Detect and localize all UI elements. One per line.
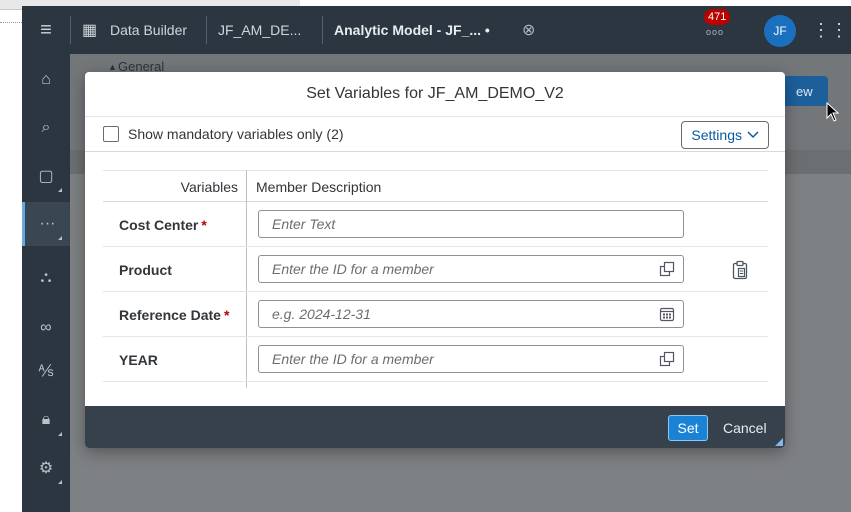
show-mandatory-checkbox[interactable] <box>103 126 119 142</box>
settings-button[interactable]: Settings <box>681 121 769 149</box>
translation-icon[interactable]: ⅍ <box>22 350 70 394</box>
product-switch-icon[interactable]: ⋮⋮⋮ <box>812 6 851 54</box>
variable-label: YEAR <box>119 337 161 382</box>
model-tab-title[interactable]: Analytic Model - JF_... • <box>334 6 490 54</box>
data-builder-icon: ▦ <box>82 22 98 39</box>
close-tab-icon[interactable]: ⊗ <box>522 6 535 54</box>
required-marker: * <box>201 216 207 233</box>
column-header-description: Member Description <box>256 179 382 195</box>
input-placeholder: Enter the ID for a member <box>272 261 434 277</box>
notifications-button[interactable]: 471 ooo <box>704 9 731 40</box>
reference-date-input[interactable]: e.g. 2024-12-31 <box>258 300 684 328</box>
variable-label: Reference Date * <box>119 292 229 337</box>
security-icon[interactable]: 🔒︎ <box>22 398 70 442</box>
column-header-variables: Variables <box>180 179 238 195</box>
data-builder-nav-icon[interactable]: ⛬ <box>22 256 70 300</box>
shell-divider <box>70 16 71 44</box>
avatar[interactable]: JF <box>764 15 796 47</box>
show-mandatory-label[interactable]: Show mandatory variables only (2) <box>128 126 344 142</box>
side-navigation: ⌂ ⌕ ▢ ··· ⛬ ∞ ⅍ 🔒︎ ⚙ <box>22 54 70 512</box>
input-placeholder: Enter the ID for a member <box>272 351 434 367</box>
variable-name: Reference Date <box>119 306 221 323</box>
cancel-button[interactable]: Cancel <box>723 415 767 441</box>
chevron-down-icon <box>747 131 759 139</box>
calendar-icon[interactable] <box>659 306 675 322</box>
set-variables-dialog: Set Variables for JF_AM_DEMO_V2 Show man… <box>85 72 785 448</box>
required-marker: * <box>223 306 230 323</box>
variable-label: Cost Center * <box>119 202 207 247</box>
chevron-down-icon[interactable]: ▲ <box>108 62 117 72</box>
resize-handle[interactable] <box>775 438 783 446</box>
input-placeholder: Enter Text <box>272 216 336 232</box>
mouse-cursor-icon <box>826 102 840 122</box>
value-help-icon[interactable] <box>659 351 675 367</box>
set-button[interactable]: Set <box>668 415 708 441</box>
table-row: Product Enter the ID for a member <box>103 247 768 292</box>
variable-name: YEAR <box>119 351 158 368</box>
hamburger-icon[interactable]: ≡ <box>22 6 70 54</box>
product-input[interactable]: Enter the ID for a member <box>258 255 684 283</box>
breadcrumb-model[interactable]: JF_AM_DE... <box>218 6 301 54</box>
cost-center-input[interactable]: Enter Text <box>258 210 684 238</box>
window-frame-divider <box>0 22 22 23</box>
paste-icon[interactable] <box>731 260 749 280</box>
variable-label: Product <box>119 247 175 292</box>
shell-bar: ≡ ▦ Data Builder JF_AM_DE... Analytic Mo… <box>22 6 851 54</box>
variable-name: Product <box>119 261 172 278</box>
data-preview-icon[interactable]: ∞ <box>22 306 70 350</box>
app-title[interactable]: Data Builder <box>110 6 187 54</box>
shell-divider <box>206 16 207 44</box>
repository-icon[interactable]: ▢ <box>22 154 70 198</box>
table-row: Cost Center * Enter Text <box>103 202 768 247</box>
table-row: YEAR Enter the ID for a member <box>103 337 768 382</box>
year-input[interactable]: Enter the ID for a member <box>258 345 684 373</box>
settings-label: Settings <box>691 127 742 143</box>
catalog-search-icon[interactable]: ⌕ <box>22 106 70 150</box>
more-icon[interactable]: ··· <box>22 202 70 246</box>
dialog-footer: Set Cancel <box>85 406 785 448</box>
variable-name: Cost Center <box>119 216 199 233</box>
system-icon[interactable]: ⚙ <box>22 446 70 490</box>
table-row: Reference Date * e.g. 2024-12-31 <box>103 292 768 337</box>
table-header: Variables Member Description <box>103 170 768 202</box>
dialog-toolbar: Show mandatory variables only (2) Settin… <box>85 116 785 152</box>
value-help-icon[interactable] <box>659 261 675 277</box>
notification-badge: 471 <box>704 9 731 25</box>
shell-divider <box>322 16 323 44</box>
dialog-title: Set Variables for JF_AM_DEMO_V2 <box>306 85 564 102</box>
input-placeholder: e.g. 2024-12-31 <box>272 306 371 322</box>
notification-icon: ooo <box>706 27 725 37</box>
home-icon[interactable]: ⌂ <box>22 58 70 102</box>
